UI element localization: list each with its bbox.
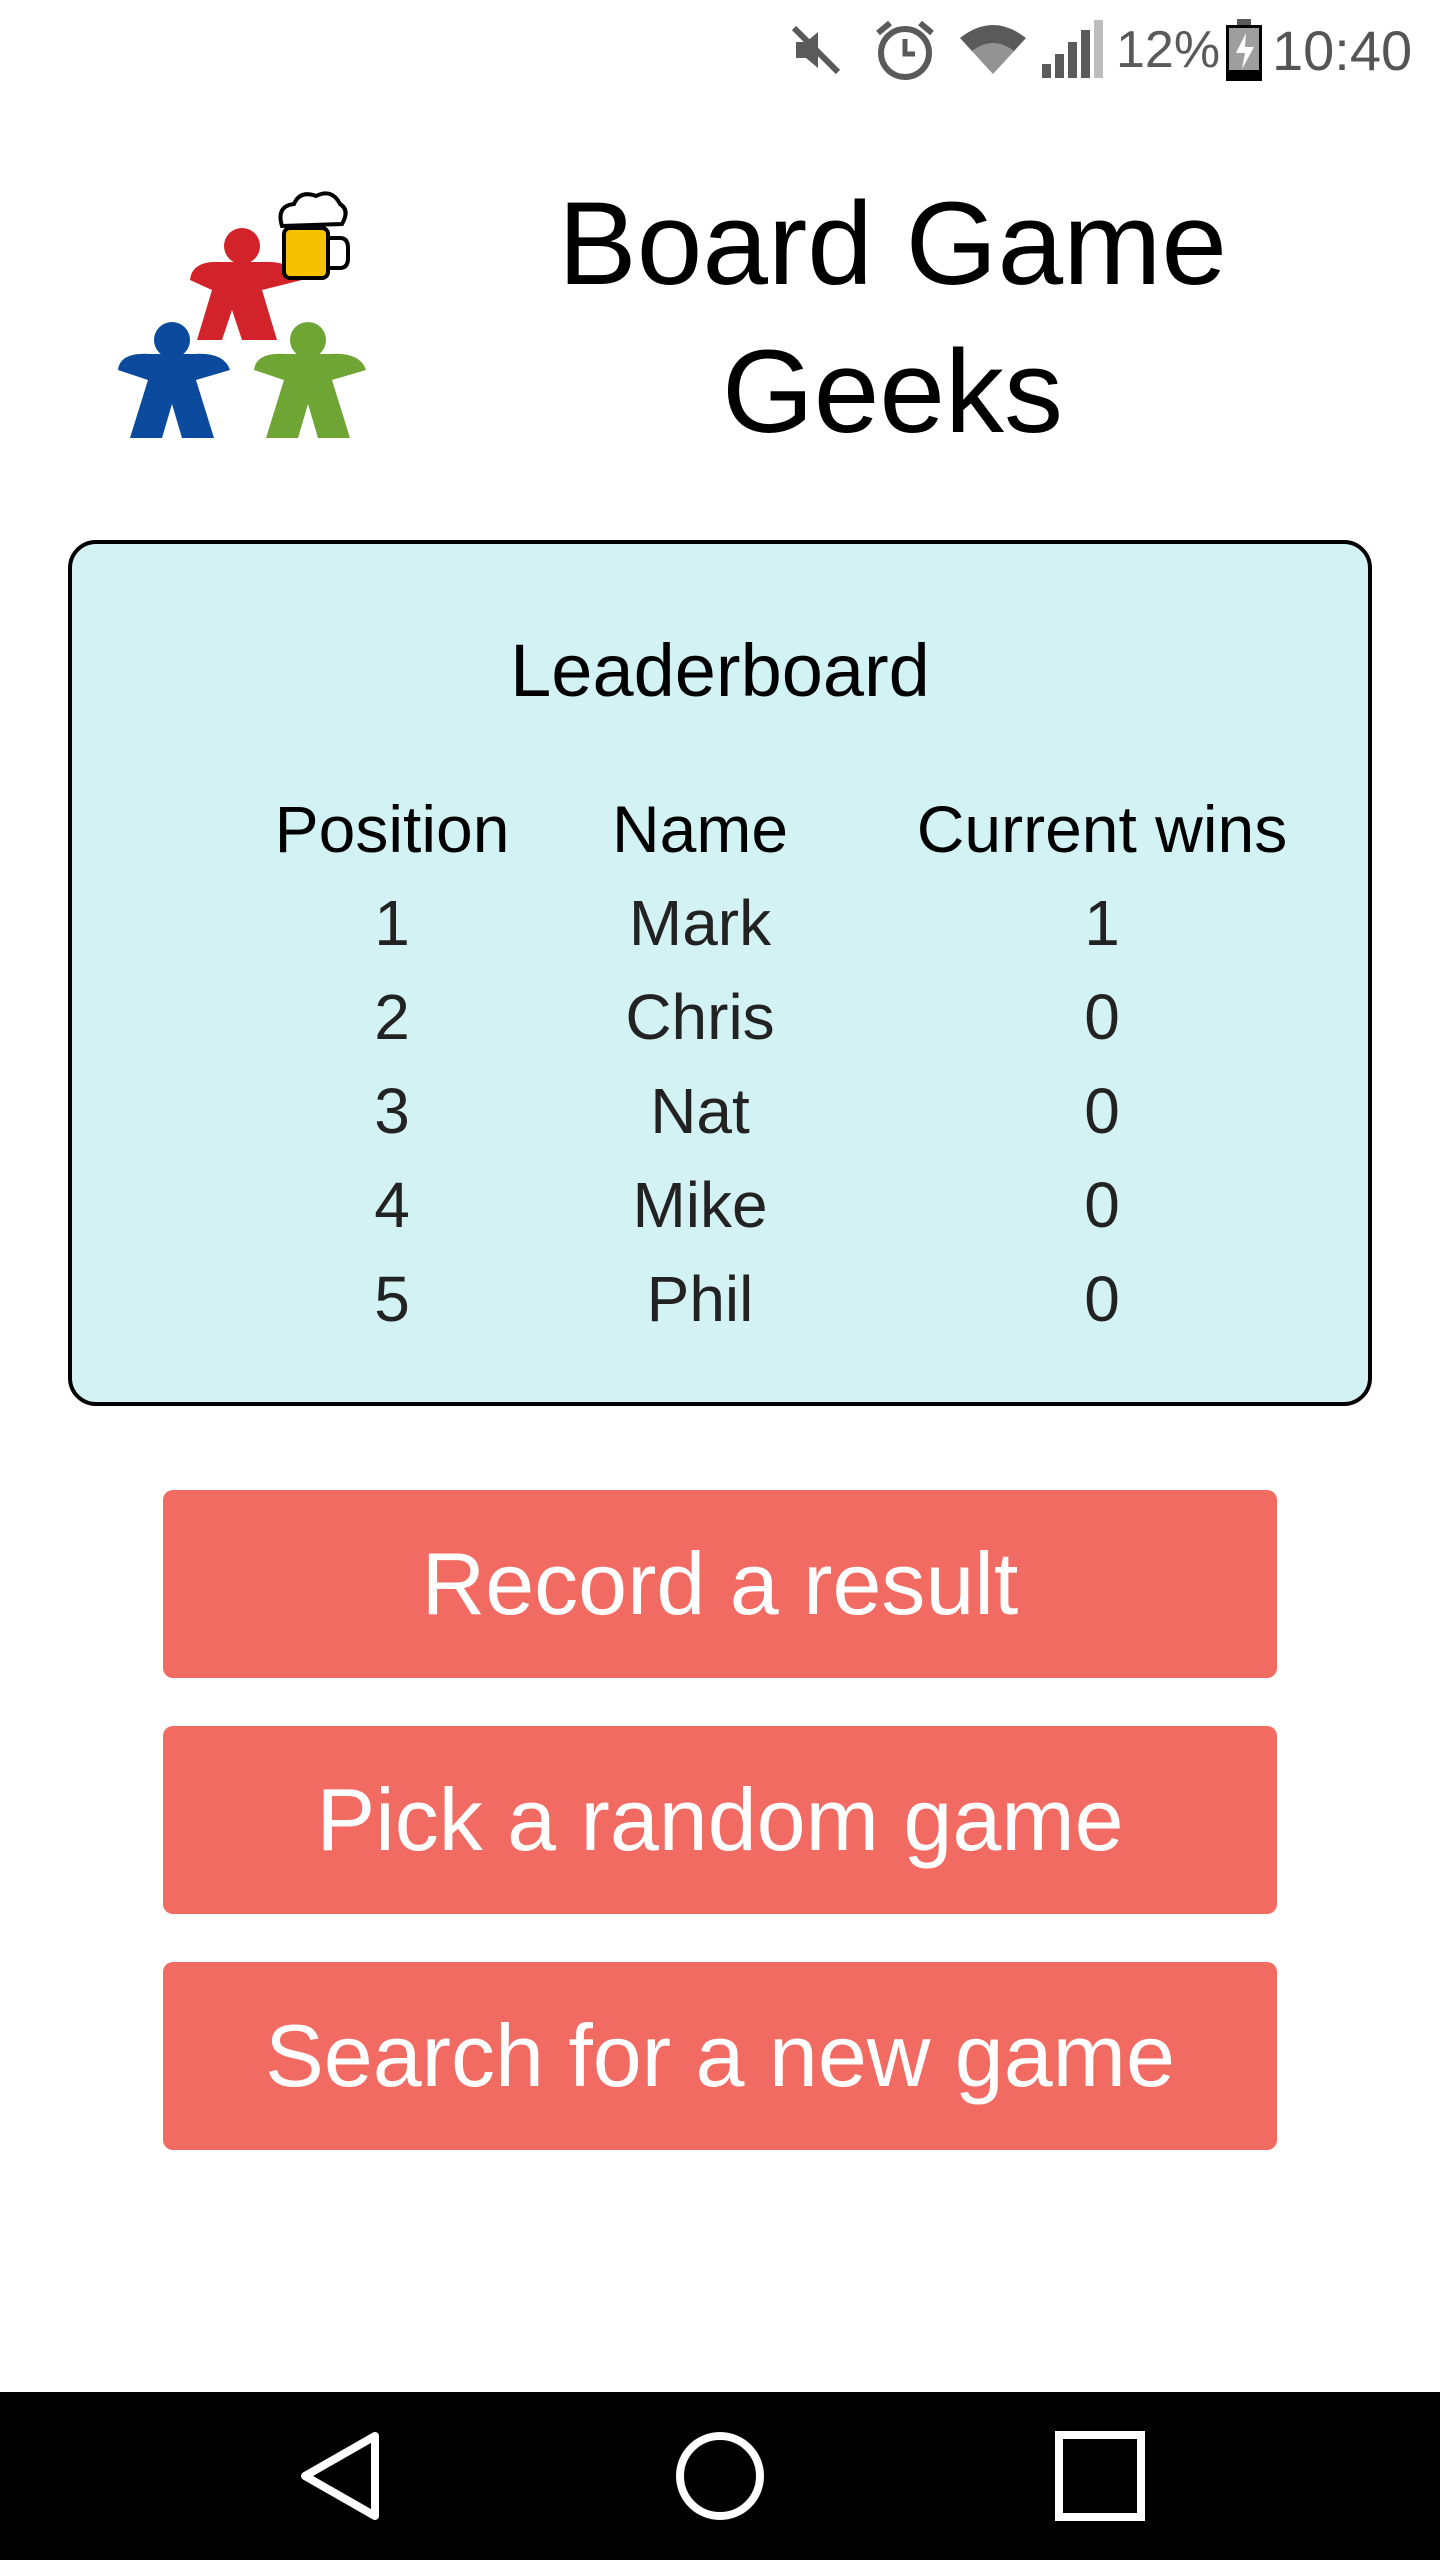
wins-cell: 0 bbox=[1084, 981, 1120, 1053]
wins-cell: 0 bbox=[1084, 1169, 1120, 1241]
position-cell: 1 bbox=[374, 887, 410, 959]
home-button[interactable] bbox=[620, 2392, 820, 2560]
recents-icon bbox=[1055, 2431, 1145, 2521]
pick-random-game-button[interactable]: Pick a random game bbox=[163, 1726, 1277, 1914]
name-cell: Phil bbox=[646, 1263, 754, 1335]
leaderboard-card: Leaderboard Position Name Current wins 1… bbox=[68, 540, 1372, 1406]
mute-icon bbox=[788, 0, 844, 100]
back-button[interactable] bbox=[240, 2392, 440, 2560]
recents-button[interactable] bbox=[1000, 2392, 1200, 2560]
column-header-name: Name bbox=[611, 792, 789, 866]
name-cell: Mark bbox=[628, 887, 772, 959]
search-new-game-button[interactable]: Search for a new game bbox=[163, 1962, 1277, 2150]
wins-cell: 1 bbox=[1084, 887, 1120, 959]
table-row: 1 Mark 1 bbox=[72, 876, 1376, 970]
home-icon bbox=[676, 2432, 764, 2520]
beer-mug bbox=[278, 191, 350, 280]
position-cell: 3 bbox=[374, 1075, 410, 1147]
record-result-button[interactable]: Record a result bbox=[163, 1490, 1277, 1678]
name-cell: Mike bbox=[632, 1169, 768, 1241]
wifi-icon bbox=[958, 0, 1028, 100]
signal-icon bbox=[1040, 0, 1104, 100]
position-cell: 4 bbox=[374, 1169, 410, 1241]
alarm-icon bbox=[872, 0, 938, 100]
battery-percent: 12% bbox=[1116, 21, 1221, 79]
table-row: 2 Chris 0 bbox=[72, 970, 1376, 1064]
name-cell: Nat bbox=[650, 1075, 750, 1147]
table-row: 4 Mike 0 bbox=[72, 1158, 1376, 1252]
table-row: 3 Nat 0 bbox=[72, 1064, 1376, 1158]
status-bar: 12% 10:40 bbox=[0, 0, 1440, 100]
battery-charging-icon bbox=[1226, 0, 1266, 100]
column-header-wins: Current wins bbox=[916, 792, 1288, 866]
position-cell: 2 bbox=[374, 981, 410, 1053]
table-row: 5 Phil 0 bbox=[72, 1252, 1376, 1346]
leaderboard-table: Position Name Current wins 1 Mark 1 2 Ch… bbox=[72, 782, 1376, 1346]
navigation-bar bbox=[0, 2392, 1440, 2560]
screen: 12% 10:40 Board Game Geeks Leaderboard P… bbox=[0, 0, 1440, 2560]
clock: 10:40 bbox=[1272, 18, 1413, 82]
meeple-beer-logo bbox=[112, 190, 372, 440]
wins-cell: 0 bbox=[1084, 1263, 1120, 1335]
column-header-position: Position bbox=[274, 792, 510, 866]
wins-cell: 0 bbox=[1084, 1075, 1120, 1147]
name-cell: Chris bbox=[625, 981, 775, 1053]
app-title: Board Game Geeks bbox=[558, 178, 1227, 458]
position-cell: 5 bbox=[374, 1263, 410, 1335]
table-header-row: Position Name Current wins bbox=[72, 782, 1376, 876]
leaderboard-title: Leaderboard bbox=[510, 629, 930, 712]
back-icon bbox=[301, 2432, 379, 2520]
